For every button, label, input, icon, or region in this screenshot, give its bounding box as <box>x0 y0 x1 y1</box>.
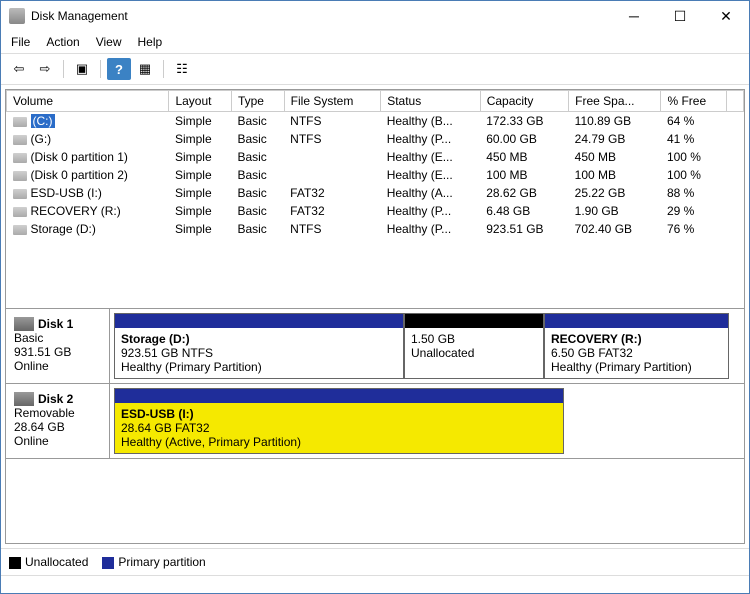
nav-back-button[interactable]: ⇦ <box>7 58 31 80</box>
disk-row[interactable]: Disk 1Basic931.51 GBOnlineStorage (D:)92… <box>6 309 744 384</box>
col-header[interactable]: Layout <box>169 91 232 112</box>
help-button[interactable]: ? <box>107 58 131 80</box>
legend-item: Primary partition <box>102 555 205 569</box>
partition-cell[interactable]: ESD-USB (I:)28.64 GB FAT32Healthy (Activ… <box>114 388 564 454</box>
col-header[interactable]: % Free <box>661 91 727 112</box>
partition-cell[interactable]: RECOVERY (R:)6.50 GB FAT32Healthy (Prima… <box>544 313 729 379</box>
col-header[interactable]: Volume <box>7 91 169 112</box>
statusbar <box>1 575 749 593</box>
toolbar-separator <box>163 60 164 78</box>
toolbar-separator <box>100 60 101 78</box>
close-button[interactable]: ✕ <box>703 1 749 31</box>
minimize-button[interactable]: ─ <box>611 1 657 31</box>
legend-item: Unallocated <box>9 555 88 569</box>
partition-cell[interactable]: 1.50 GBUnallocated <box>404 313 544 379</box>
col-header[interactable]: Free Spa... <box>569 91 661 112</box>
menu-file[interactable]: File <box>11 35 30 49</box>
menu-action[interactable]: Action <box>46 35 79 49</box>
legend: Unallocated Primary partition <box>1 548 749 575</box>
volume-row[interactable]: (G:)SimpleBasicNTFSHealthy (P...60.00 GB… <box>7 130 744 148</box>
app-icon <box>9 8 25 24</box>
volume-row[interactable]: (C:)SimpleBasicNTFSHealthy (B...172.33 G… <box>7 112 744 131</box>
disks-panel[interactable]: Disk 1Basic931.51 GBOnlineStorage (D:)92… <box>5 309 745 544</box>
partition-cell[interactable]: Storage (D:)923.51 GB NTFSHealthy (Prima… <box>114 313 404 379</box>
list-button[interactable]: ☷ <box>170 58 194 80</box>
nav-forward-button[interactable]: ⇨ <box>33 58 57 80</box>
toolbar-separator <box>63 60 64 78</box>
window-title: Disk Management <box>9 8 611 24</box>
menu-help[interactable]: Help <box>138 35 163 49</box>
disk-header[interactable]: Disk 2Removable28.64 GBOnline <box>6 384 110 458</box>
volumes-panel[interactable]: VolumeLayoutTypeFile SystemStatusCapacit… <box>5 89 745 309</box>
volumes-header-row[interactable]: VolumeLayoutTypeFile SystemStatusCapacit… <box>7 91 744 112</box>
volume-row[interactable]: (Disk 0 partition 2)SimpleBasicHealthy (… <box>7 166 744 184</box>
volume-row[interactable]: (Disk 0 partition 1)SimpleBasicHealthy (… <box>7 148 744 166</box>
volume-row[interactable]: RECOVERY (R:)SimpleBasicFAT32Healthy (P.… <box>7 202 744 220</box>
volumes-body: (C:)SimpleBasicNTFSHealthy (B...172.33 G… <box>7 112 744 239</box>
col-header[interactable]: Status <box>381 91 481 112</box>
titlebar[interactable]: Disk Management ─ ☐ ✕ <box>1 1 749 31</box>
window-title-text: Disk Management <box>31 9 128 23</box>
disk-icon <box>14 317 34 331</box>
layout-button[interactable]: ▦ <box>133 58 157 80</box>
toolbar: ⇦ ⇨ ▣ ? ▦ ☷ <box>1 54 749 85</box>
disk-icon <box>14 392 34 406</box>
maximize-button[interactable]: ☐ <box>657 1 703 31</box>
menu-view[interactable]: View <box>96 35 122 49</box>
menubar: File Action View Help <box>1 31 749 54</box>
volume-row[interactable]: Storage (D:)SimpleBasicNTFSHealthy (P...… <box>7 220 744 238</box>
volume-row[interactable]: ESD-USB (I:)SimpleBasicFAT32Healthy (A..… <box>7 184 744 202</box>
col-header[interactable]: Capacity <box>480 91 568 112</box>
disk-header[interactable]: Disk 1Basic931.51 GBOnline <box>6 309 110 383</box>
col-header[interactable]: Type <box>231 91 284 112</box>
properties-button[interactable]: ▣ <box>70 58 94 80</box>
disk-row[interactable]: Disk 2Removable28.64 GBOnlineESD-USB (I:… <box>6 384 744 459</box>
col-header[interactable]: File System <box>284 91 381 112</box>
